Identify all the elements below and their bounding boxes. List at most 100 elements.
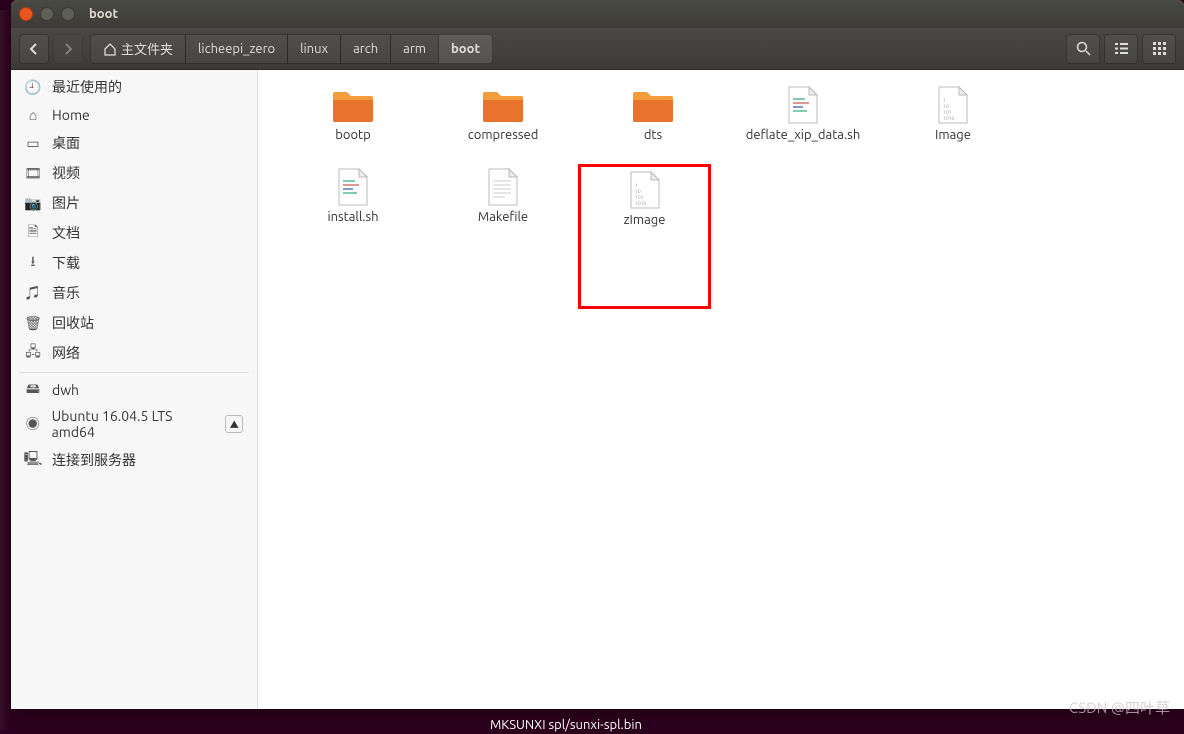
home-icon: ⌂ [25, 107, 41, 123]
sidebar-home[interactable]: ⌂ Home [11, 102, 257, 128]
breadcrumb-item-2[interactable]: arch [340, 34, 391, 64]
forward-button[interactable] [53, 34, 83, 64]
breadcrumb-item-1[interactable]: linux [287, 34, 341, 64]
watermark: CSDN @四叶草 [1069, 697, 1170, 718]
download-icon: ⭳ [25, 255, 41, 271]
sidebar-label: 文档 [52, 223, 80, 243]
sidebar-label: 音乐 [52, 283, 80, 303]
crumb-label: boot [451, 42, 480, 56]
breadcrumb-item-3[interactable]: arm [390, 34, 439, 64]
file-label: Makefile [478, 210, 528, 224]
video-icon: 🎞 [25, 165, 41, 181]
sidebar-label: 桌面 [52, 133, 80, 153]
svg-text:1010: 1010 [943, 115, 954, 121]
search-button[interactable] [1066, 34, 1100, 64]
terminal-output: MKSUNXI spl/sunxi-spl.bin [490, 718, 642, 734]
sidebar-label: Home [52, 107, 90, 123]
sidebar-label: 最近使用的 [52, 77, 122, 97]
file-label: zImage [624, 213, 666, 227]
file-label: bootp [335, 128, 371, 142]
breadcrumb-item-4[interactable]: boot [438, 34, 493, 64]
grid-icon [1152, 41, 1167, 56]
window-controls [19, 7, 75, 21]
sidebar-label: 回收站 [52, 313, 94, 333]
chevron-left-icon [29, 43, 39, 55]
sidebar-connect-server[interactable]: 🖳 连接到服务器 [11, 445, 257, 475]
folder-icon [479, 84, 527, 126]
list-view-button[interactable] [1104, 34, 1138, 64]
desktop-icon: ▭ [25, 135, 41, 151]
sidebar-videos[interactable]: 🎞 视频 [11, 158, 257, 188]
sidebar-label: 连接到服务器 [52, 450, 136, 470]
maximize-button[interactable] [61, 7, 75, 21]
sidebar-trash[interactable]: 🗑 回收站 [11, 308, 257, 338]
sidebar-label: 视频 [52, 163, 80, 183]
crumb-label: arch [353, 42, 378, 56]
titlebar: boot [11, 0, 1184, 28]
eject-button[interactable]: ▲ [225, 415, 243, 433]
toolbar: 主文件夹 licheepi_zero linux arch arm boot [11, 28, 1184, 70]
sidebar-label: 图片 [52, 193, 80, 213]
binary-file-icon: 1101011010 [621, 169, 669, 211]
sidebar-label: 下载 [52, 253, 80, 273]
sidebar-label: 网络 [52, 343, 80, 363]
clock-icon: 🕘 [25, 79, 41, 95]
search-icon [1076, 41, 1091, 56]
breadcrumb-home-label: 主文件夹 [121, 39, 173, 58]
crumb-label: linux [300, 42, 328, 56]
binary-file-icon: 1101011010 [929, 84, 977, 126]
folder-bootp[interactable]: bootp [278, 82, 428, 158]
sidebar-label: dwh [52, 382, 79, 398]
folder-dts[interactable]: dts [578, 82, 728, 158]
breadcrumb-item-0[interactable]: licheepi_zero [185, 34, 288, 64]
music-icon: ♫ [25, 285, 41, 301]
file-makefile[interactable]: Makefile [428, 164, 578, 240]
minimize-button[interactable] [40, 7, 54, 21]
file-label: Image [935, 128, 971, 142]
file-manager-window: boot 主文件夹 licheepi_zero linux arch arm b… [11, 0, 1184, 709]
trash-icon: 🗑 [25, 315, 41, 331]
network-icon: 🖧 [25, 345, 41, 361]
sidebar-desktop[interactable]: ▭ 桌面 [11, 128, 257, 158]
crumb-label: arm [403, 42, 426, 56]
folder-compressed[interactable]: compressed [428, 82, 578, 158]
highlight-annotation: 1101011010 zImage [578, 164, 711, 309]
terminal-line: MKSUNXI spl/sunxi-spl.bin [490, 718, 642, 732]
back-button[interactable] [19, 34, 49, 64]
file-label: dts [644, 128, 662, 142]
sidebar-recent[interactable]: 🕘 最近使用的 [11, 72, 257, 102]
folder-icon [629, 84, 677, 126]
close-button[interactable] [19, 7, 33, 21]
crumb-label: licheepi_zero [198, 42, 275, 56]
toolbar-right [1066, 34, 1176, 64]
sidebar-os-volume[interactable]: ◉ Ubuntu 16.04.5 LTS amd64 ▲ [11, 403, 257, 445]
file-view[interactable]: bootp compressed dts deflate_xip_data.sh… [258, 70, 1184, 709]
chevron-right-icon [63, 43, 73, 55]
camera-icon: 📷 [25, 195, 41, 211]
script-file-icon [779, 84, 827, 126]
file-image[interactable]: 1101011010 Image [878, 82, 1028, 158]
file-label: install.sh [327, 210, 378, 224]
home-icon [103, 42, 117, 56]
sidebar-user-volume[interactable]: 🖴 dwh [11, 377, 257, 403]
grid-view-button[interactable] [1142, 34, 1176, 64]
server-icon: 🖳 [25, 452, 41, 468]
sidebar-network[interactable]: 🖧 网络 [11, 338, 257, 368]
file-install-sh[interactable]: install.sh [278, 164, 428, 240]
body-area: 🕘 最近使用的 ⌂ Home ▭ 桌面 🎞 视频 📷 图片 🗎 文档 ⭳ 下载 ♫ 音乐 🗑 回收… [11, 70, 1184, 709]
breadcrumb-home[interactable]: 主文件夹 [90, 34, 186, 64]
file-deflate-sh[interactable]: deflate_xip_data.sh [728, 82, 878, 158]
sidebar-label: Ubuntu 16.04.5 LTS amd64 [52, 408, 215, 440]
folder-icon [329, 84, 377, 126]
sidebar-separator [19, 372, 249, 373]
sidebar-downloads[interactable]: ⭳ 下载 [11, 248, 257, 278]
sidebar-pictures[interactable]: 📷 图片 [11, 188, 257, 218]
disc-icon: ◉ [25, 416, 41, 432]
sidebar-documents[interactable]: 🗎 文档 [11, 218, 257, 248]
file-zimage[interactable]: 1101011010 zImage [581, 167, 708, 243]
drive-icon: 🖴 [25, 382, 41, 398]
unity-launcher [0, 10, 11, 730]
sidebar-music[interactable]: ♫ 音乐 [11, 278, 257, 308]
list-icon [1114, 41, 1129, 56]
document-icon: 🗎 [25, 225, 41, 241]
